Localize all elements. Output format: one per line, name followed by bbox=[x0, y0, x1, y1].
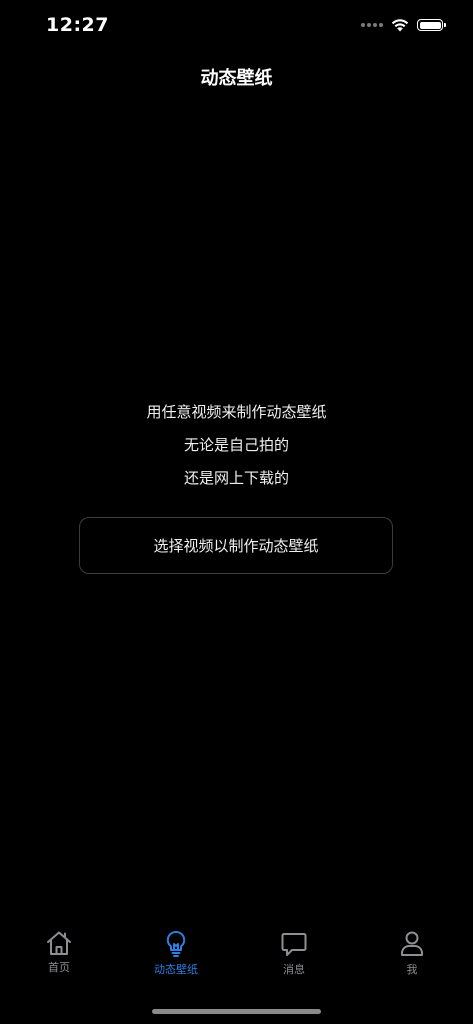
battery-icon bbox=[417, 19, 446, 31]
tab-label: 动态壁纸 bbox=[154, 963, 198, 976]
person-icon bbox=[401, 931, 423, 956]
cellular-signal-icon bbox=[361, 23, 383, 27]
tab-label: 消息 bbox=[283, 963, 305, 976]
home-indicator bbox=[152, 1009, 321, 1014]
tab-me[interactable]: 我 bbox=[372, 930, 452, 977]
tab-label: 首页 bbox=[48, 961, 70, 974]
tab-label: 我 bbox=[406, 963, 418, 976]
select-video-button[interactable]: 选择视频以制作动态壁纸 bbox=[79, 517, 393, 574]
battery-level bbox=[419, 21, 441, 29]
home-icon bbox=[47, 931, 71, 955]
status-bar: 12:27 bbox=[0, 0, 473, 54]
status-time: 12:27 bbox=[46, 14, 109, 36]
tab-messages[interactable]: 消息 bbox=[254, 930, 334, 977]
page-title: 动态壁纸 bbox=[200, 68, 273, 89]
lightbulb-icon bbox=[166, 930, 186, 957]
intro-line: 无论是自己拍的 bbox=[183, 436, 289, 454]
intro-line: 还是网上下载的 bbox=[183, 469, 289, 487]
status-indicators bbox=[361, 18, 446, 32]
intro-line: 用任意视频来制作动态壁纸 bbox=[146, 403, 327, 421]
tab-bar: 首页 动态壁纸 消息 我 bbox=[0, 930, 473, 990]
tab-wallpaper[interactable]: 动态壁纸 bbox=[136, 930, 216, 977]
wifi-icon bbox=[391, 19, 409, 32]
chat-bubble-icon bbox=[281, 933, 307, 956]
tab-home[interactable]: 首页 bbox=[19, 930, 99, 975]
